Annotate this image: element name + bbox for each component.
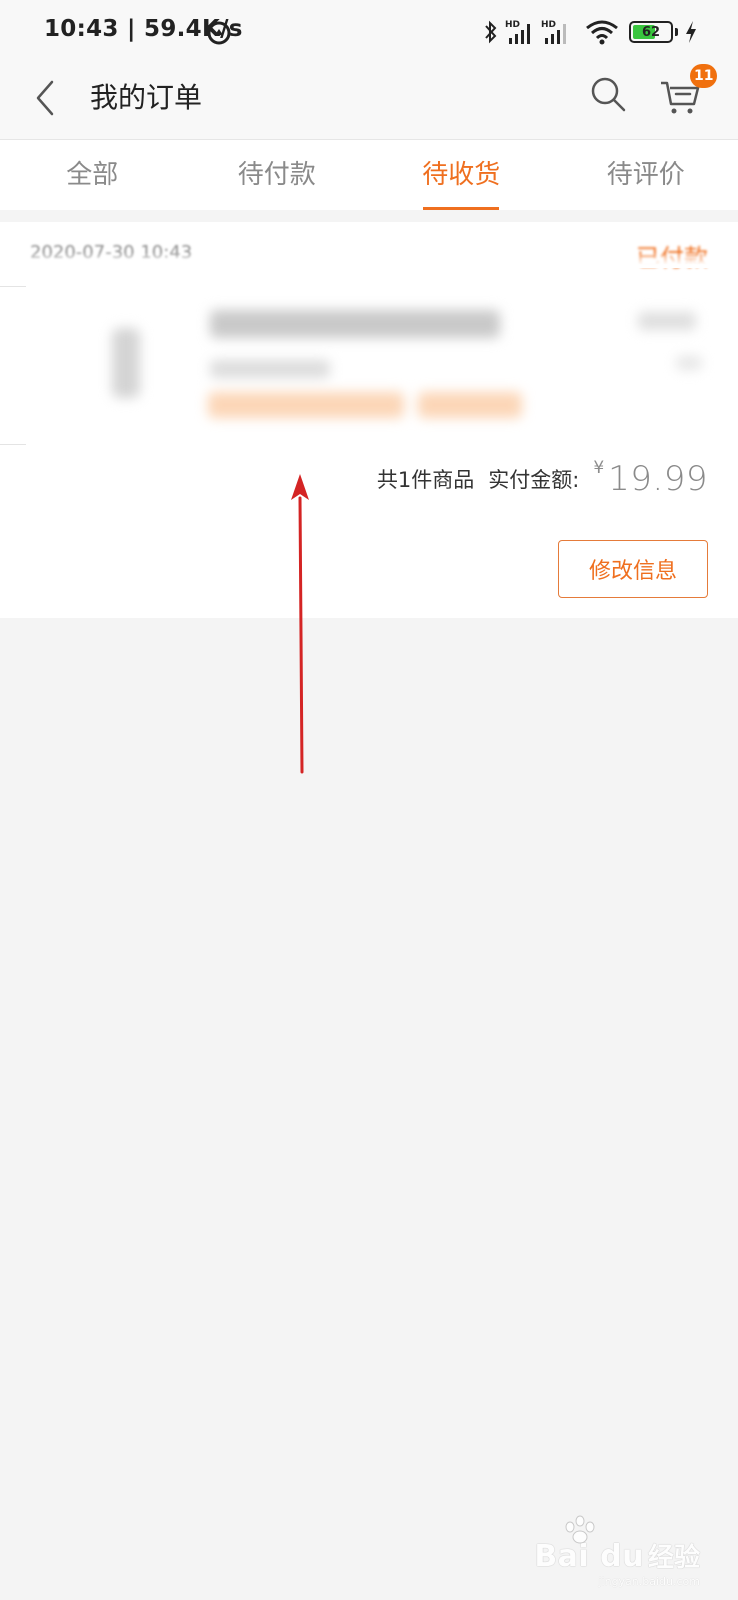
- tab-pending-payment[interactable]: 待付款: [185, 140, 370, 210]
- modify-info-button[interactable]: 修改信息: [558, 540, 708, 598]
- paid-amount: 19.99: [608, 459, 708, 499]
- divider-line: [0, 286, 26, 287]
- battery-icon: 62: [629, 21, 673, 43]
- divider-line: [0, 444, 26, 445]
- order-tabs: 全部 待付款 待收货 待评价: [0, 140, 738, 210]
- wifi-icon: [586, 20, 618, 45]
- baidu-jingyan-watermark: Bai du 经验 jingyan.baidu.com: [534, 1515, 700, 1588]
- svg-text:HD: HD: [541, 20, 556, 30]
- item-count: 共1件商品: [376, 468, 475, 492]
- status-icons: HD HD 62: [483, 14, 698, 50]
- product-tag-redacted: [208, 392, 404, 418]
- tab-label: 全部: [66, 160, 119, 190]
- tab-all[interactable]: 全部: [0, 140, 185, 210]
- product-qty-redacted: [676, 356, 702, 370]
- tab-pending-review[interactable]: 待评价: [554, 140, 738, 210]
- battery-level: 62: [641, 24, 661, 40]
- product-title-redacted: [210, 310, 500, 338]
- svg-text:HD: HD: [505, 20, 520, 30]
- tab-label: 待收货: [422, 160, 501, 190]
- paid-label: 实付金额:: [488, 468, 580, 492]
- baidu-paw-icon: [565, 1515, 595, 1544]
- cart-badge: 11: [690, 64, 718, 88]
- hd-signal-icon: HD: [541, 20, 566, 44]
- tab-label: 待评价: [606, 160, 685, 190]
- search-icon[interactable]: [588, 74, 628, 114]
- sync-icon: [207, 21, 231, 45]
- status-bar: 10:43 | 59.4K/s HD HD 62: [0, 0, 738, 64]
- header: 我的订单 11: [0, 64, 738, 140]
- tab-pending-receipt[interactable]: 待收货: [369, 140, 554, 210]
- blur-mask: [0, 252, 738, 268]
- product-tag-redacted: [418, 392, 522, 418]
- currency-symbol: ¥: [593, 458, 605, 478]
- watermark-jingyan: 经验: [647, 1543, 700, 1573]
- product-spec-redacted: [210, 360, 330, 378]
- page-title: 我的订单: [90, 81, 203, 114]
- order-summary: 共1件商品 实付金额: ¥ 19.99: [377, 454, 708, 504]
- annotation-arrow-icon: [291, 474, 309, 774]
- product-item[interactable]: [26, 288, 738, 448]
- bluetooth-icon: [485, 20, 497, 44]
- tab-label: 待付款: [237, 160, 316, 190]
- battery-cap: [675, 28, 678, 36]
- product-price-redacted: [638, 312, 696, 330]
- watermark-url: jingyan.baidu.com: [598, 1575, 700, 1588]
- charging-icon: [686, 21, 696, 43]
- back-icon[interactable]: [30, 78, 60, 118]
- tab-underline: [423, 207, 500, 210]
- order-card[interactable]: 2020-07-30 10:43 已付款 共1件商品 实付金额: ¥ 19.99…: [0, 222, 738, 618]
- product-thumbnail: [112, 328, 140, 398]
- hd-signal-icon: HD: [505, 20, 530, 44]
